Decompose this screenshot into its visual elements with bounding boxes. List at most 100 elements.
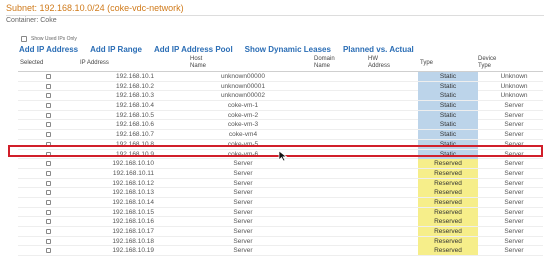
type-cell: Reserved [418,188,478,198]
host-name-cell: unknown00002 [220,92,266,100]
ip-address-cell: 192.168.10.3 [116,92,154,100]
show-dynamic-leases-link[interactable]: Show Dynamic Leases [245,45,331,54]
table-row[interactable]: 192.168.10.17 Server Reserved Server [18,227,543,237]
ip-address-cell: 192.168.10.2 [116,82,154,90]
table-row[interactable]: 192.168.10.12 Server Reserved Server [18,178,543,189]
table-row[interactable]: 192.168.10.15 Server Reserved Server [18,207,543,218]
row-checkbox[interactable] [46,229,51,234]
row-checkbox[interactable] [46,161,51,167]
row-checkbox[interactable] [46,74,51,79]
device-type-cell: Server [504,189,524,197]
type-cell: Static [418,72,478,81]
add-ip-address-pool-link[interactable]: Add IP Address Pool [154,45,233,54]
device-type-cell: Server [504,169,524,177]
column-header-host[interactable]: Host Name [190,56,206,70]
type-cell: Reserved [418,236,478,246]
table-row[interactable]: 192.168.10.3 unknown00002 Static Unknown [18,91,543,102]
show-used-ips-toggle[interactable]: Show Used IPs Only [21,36,77,42]
ip-address-cell: 192.168.10.11 [112,169,154,177]
host-name-cell: Server [233,218,253,226]
ip-address-cell: 192.168.10.16 [112,218,154,226]
ip-address-cell: 192.168.10.17 [112,228,154,235]
ip-address-cell: 192.168.10.5 [116,111,154,119]
row-checkbox[interactable] [46,180,51,186]
row-checkbox[interactable] [46,238,51,244]
ip-address-cell: 192.168.10.1 [116,73,154,80]
host-name-cell: Server [233,169,253,177]
table-row[interactable]: 192.168.10.19 Server Reserved Server [18,246,543,256]
ip-address-cell: 192.168.10.4 [116,102,154,110]
add-ip-range-link[interactable]: Add IP Range [90,45,142,54]
row-checkbox[interactable] [46,199,51,205]
row-checkbox[interactable] [46,132,51,138]
ip-address-cell: 192.168.10.6 [116,121,154,129]
host-name-cell: Server [233,247,253,255]
row-checkbox[interactable] [46,190,51,196]
show-used-checkbox[interactable] [21,36,27,42]
ip-address-cell: 192.168.10.19 [112,247,154,255]
row-checkbox[interactable] [46,112,51,118]
type-cell: Reserved [418,246,478,256]
host-name-cell: Server [233,198,253,206]
device-type-cell: Unknown [500,73,528,80]
ip-address-cell: 192.168.10.15 [112,208,154,216]
ip-address-cell: 192.168.10.7 [116,131,154,139]
column-header-selected[interactable]: Selected [20,60,43,67]
table-row[interactable]: 192.168.10.16 Server Reserved Server [18,217,543,227]
row-checkbox[interactable] [46,122,51,128]
host-name-cell: Server [233,179,253,187]
type-cell: Static [418,110,478,120]
row-checkbox[interactable] [46,209,51,215]
action-bar: Add IP Address Add IP Range Add IP Addre… [19,45,414,54]
type-cell: Reserved [418,159,478,169]
row-checkbox[interactable] [46,170,51,176]
row-checkbox[interactable] [46,83,51,89]
row-checkbox[interactable] [46,93,51,99]
ip-address-cell: 192.168.10.13 [112,189,154,197]
ip-address-cell: 192.168.10.10 [112,160,154,168]
host-name-cell: Server [233,189,253,197]
row-checkbox[interactable] [46,219,51,225]
type-cell: Static [418,130,478,140]
selected-row-highlight [8,145,543,157]
planned-vs-actual-link[interactable]: Planned vs. Actual [343,45,414,54]
table-row[interactable]: 192.168.10.1 unknown00000 Static Unknown [18,72,543,82]
host-name-cell: coke-vm-1 [227,102,259,110]
ip-table-body: 192.168.10.1 unknown00000 Static Unknown 19… [18,72,543,256]
add-ip-address-link[interactable]: Add IP Address [19,45,78,54]
device-type-cell: Server [504,247,524,255]
subnet-title: Subnet: 192.168.10.0/24 (coke-vdc-networ… [6,2,544,16]
ip-address-cell: 192.168.10.12 [112,179,154,187]
host-name-cell: coke-vm-2 [227,111,259,119]
type-cell: Static [418,81,478,91]
host-name-cell: unknown00001 [220,82,266,90]
table-row[interactable]: 192.168.10.18 Server Reserved Server [18,236,543,247]
table-row[interactable]: 192.168.10.5 coke-vm-2 Static Server [18,110,543,121]
table-row[interactable]: 192.168.10.2 unknown00001 Static Unknown [18,81,543,92]
table-row[interactable]: 192.168.10.6 coke-vm-3 Static Server [18,120,543,131]
type-cell: Static [418,91,478,101]
ip-address-cell: 192.168.10.14 [112,198,154,206]
host-name-cell: Server [233,208,253,216]
column-header-hw[interactable]: HW Address [368,56,390,70]
show-used-label: Show Used IPs Only [31,36,77,42]
table-row[interactable]: 192.168.10.13 Server Reserved Server [18,188,543,198]
type-cell: Reserved [418,207,478,217]
row-checkbox[interactable] [46,248,51,254]
table-row[interactable]: 192.168.10.14 Server Reserved Server [18,197,543,208]
type-cell: Reserved [418,168,478,178]
column-header-ip[interactable]: IP Address [80,60,109,67]
table-row[interactable]: 192.168.10.7 coke-vm4 Static Server [18,130,543,140]
type-cell: Static [418,120,478,130]
column-header-domain[interactable]: Domain Name [314,56,335,70]
table-row[interactable]: 192.168.10.11 Server Reserved Server [18,168,543,179]
device-type-cell: Server [504,237,524,245]
column-header-device[interactable]: Device Type [478,56,496,70]
container-label: Container: Coke [6,17,57,24]
table-row[interactable]: 192.168.10.4 coke-vm-1 Static Server [18,101,543,111]
column-header-type[interactable]: Type [420,60,433,67]
table-header: Selected IP Address Host Name Domain Nam… [18,56,543,72]
device-type-cell: Server [504,179,524,187]
row-checkbox[interactable] [46,103,51,109]
device-type-cell: Server [504,208,524,216]
